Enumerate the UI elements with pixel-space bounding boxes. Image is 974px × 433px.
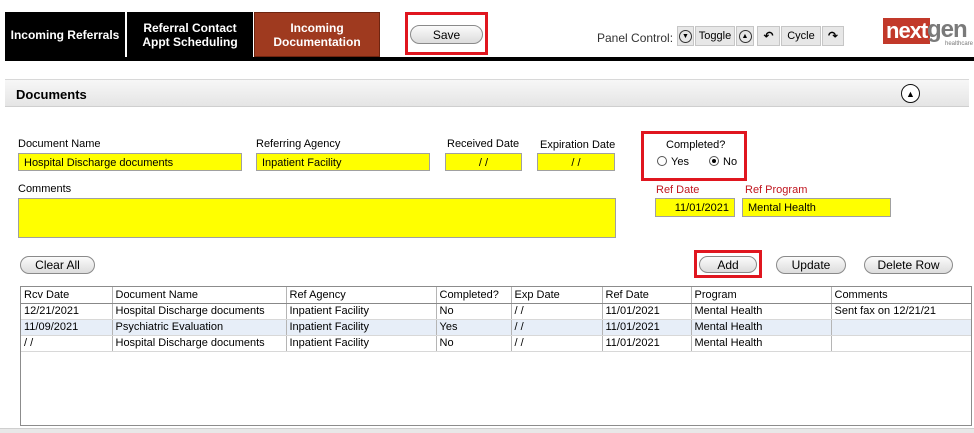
header-divider xyxy=(5,57,974,61)
comments-label: Comments xyxy=(18,183,72,195)
table-row[interactable]: / / Hospital Discharge documents Inpatie… xyxy=(21,335,971,352)
cycle-back-button[interactable]: ↶ xyxy=(757,26,780,46)
cell: No xyxy=(436,303,512,320)
cycle-forward-button[interactable]: ↷ xyxy=(822,26,844,46)
cell: / / xyxy=(511,335,603,352)
chevron-up-icon: ▲ xyxy=(906,88,915,99)
cell: Psychiatric Evaluation xyxy=(112,319,287,336)
cell: Mental Health xyxy=(691,319,832,336)
cell: Hospital Discharge documents xyxy=(112,335,287,352)
completed-yes-option[interactable]: Yes xyxy=(657,156,689,168)
received-date-input[interactable]: / / xyxy=(445,153,522,171)
cell: Inpatient Facility xyxy=(286,319,437,336)
bottom-status-strip xyxy=(0,428,974,433)
cell: 12/21/2021 xyxy=(21,303,113,320)
cell: Inpatient Facility xyxy=(286,335,437,352)
col-header-completed[interactable]: Completed? xyxy=(436,287,512,304)
yes-radio[interactable] xyxy=(657,156,667,166)
cycle-button[interactable]: Cycle xyxy=(781,26,821,46)
update-button[interactable]: Update xyxy=(776,256,846,274)
cell: 11/01/2021 xyxy=(602,303,692,320)
tab-incoming-documentation[interactable]: Incoming Documentation xyxy=(254,12,380,57)
panel-up-button[interactable]: ▲ xyxy=(736,26,754,46)
completed-label: Completed? xyxy=(666,139,726,151)
panel-control-label: Panel Control: xyxy=(597,31,674,45)
section-title: Documents xyxy=(16,87,87,102)
ref-program-field: Mental Health xyxy=(742,198,891,217)
clear-all-button[interactable]: Clear All xyxy=(20,256,95,274)
toggle-label: Toggle xyxy=(698,30,732,42)
received-date-label: Received Date xyxy=(447,138,520,150)
save-button[interactable]: Save xyxy=(410,25,483,44)
cell xyxy=(831,319,971,336)
toggle-button[interactable]: Toggle xyxy=(695,26,735,46)
no-radio[interactable] xyxy=(709,156,719,166)
col-header-exp-date[interactable]: Exp Date xyxy=(511,287,603,304)
expiration-date-label: Expiration Date xyxy=(540,139,616,151)
cycle-label: Cycle xyxy=(787,30,815,42)
documents-section-header: Documents ▲ xyxy=(5,79,969,107)
ref-program-label: Ref Program xyxy=(745,184,808,196)
undo-arrow-icon: ↶ xyxy=(763,29,774,43)
cell: Mental Health xyxy=(691,335,832,352)
col-header-ref-date[interactable]: Ref Date xyxy=(602,287,692,304)
delete-row-button[interactable]: Delete Row xyxy=(864,256,953,274)
col-header-rcv-date[interactable]: Rcv Date xyxy=(21,287,113,304)
grid-header-row: Rcv Date Document Name Ref Agency Comple… xyxy=(21,287,971,304)
chevron-up-icon: ▲ xyxy=(738,29,752,43)
panel-down-button[interactable]: ▼ xyxy=(677,26,694,46)
table-row[interactable]: 12/21/2021 Hospital Discharge documents … xyxy=(21,303,971,320)
cell: Sent fax on 12/21/21 xyxy=(831,303,971,320)
cell: / / xyxy=(511,303,603,320)
document-name-input[interactable]: Hospital Discharge documents xyxy=(18,153,242,171)
nextgen-logo: next gen healthcare xyxy=(883,14,973,48)
cell: 11/01/2021 xyxy=(602,319,692,336)
document-name-label: Document Name xyxy=(18,138,101,150)
redo-arrow-icon: ↷ xyxy=(827,29,839,43)
cell: 11/01/2021 xyxy=(602,335,692,352)
completed-no-option[interactable]: No xyxy=(709,156,737,168)
col-header-comments[interactable]: Comments xyxy=(831,287,971,304)
table-row[interactable]: 11/09/2021 Psychiatric Evaluation Inpati… xyxy=(21,319,971,336)
col-header-document-name[interactable]: Document Name xyxy=(112,287,287,304)
chevron-down-icon: ▼ xyxy=(679,29,692,43)
documents-grid[interactable]: Rcv Date Document Name Ref Agency Comple… xyxy=(20,286,972,426)
cell: / / xyxy=(21,335,113,352)
ref-date-label: Ref Date xyxy=(656,184,700,196)
cell: Hospital Discharge documents xyxy=(112,303,287,320)
col-header-program[interactable]: Program xyxy=(691,287,832,304)
cell: Inpatient Facility xyxy=(286,303,437,320)
ref-date-field: 11/01/2021 xyxy=(655,198,735,217)
referring-agency-input[interactable]: Inpatient Facility xyxy=(256,153,430,171)
cell: / / xyxy=(511,319,603,336)
cell: No xyxy=(436,335,512,352)
cell: Mental Health xyxy=(691,303,832,320)
cell: Yes xyxy=(436,319,512,336)
expiration-date-input[interactable]: / / xyxy=(537,153,615,171)
cell xyxy=(831,335,971,352)
collapse-section-button[interactable]: ▲ xyxy=(901,84,920,103)
col-header-ref-agency[interactable]: Ref Agency xyxy=(286,287,437,304)
referring-agency-label: Referring Agency xyxy=(256,138,341,150)
tab-incoming-referrals[interactable]: Incoming Referrals xyxy=(5,12,125,57)
add-button[interactable]: Add xyxy=(699,256,757,273)
cell: 11/09/2021 xyxy=(21,319,113,336)
comments-textarea[interactable] xyxy=(18,198,616,238)
tab-referral-contact-appt-scheduling[interactable]: Referral Contact Appt Scheduling xyxy=(127,12,253,57)
